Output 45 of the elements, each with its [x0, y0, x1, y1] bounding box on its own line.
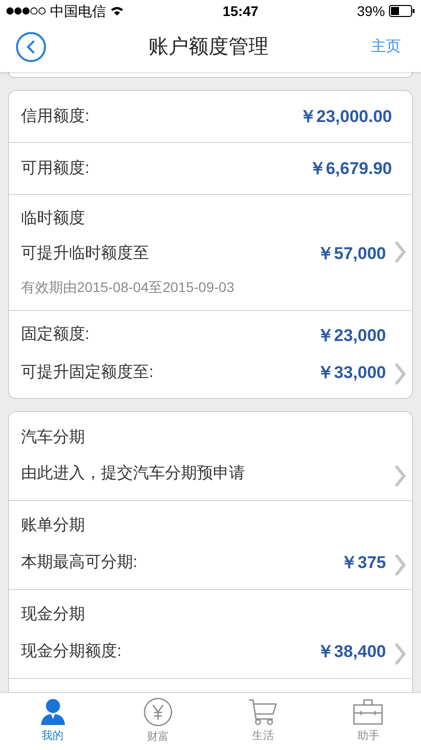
amount: ￥23,000 [317, 324, 386, 346]
signal-strength-icon [6, 7, 46, 15]
temporary-limit-row[interactable]: 临时额度 可提升临时额度至 ￥57,000 有效期由2015-08-04至2015-09-03 [9, 195, 412, 310]
amount: ￥57,000 [317, 243, 386, 265]
fixed-limit-row[interactable]: 固定额度: ￥23,000 可提升固定额度至: ￥33,000 [9, 310, 412, 398]
chevron-right-icon [394, 642, 406, 666]
briefcase-icon [353, 698, 384, 726]
installment-row[interactable]: 账单分期 本期最高可分期: ￥375 [9, 500, 412, 590]
row-label: 可用额度: [21, 158, 90, 178]
page-title: 账户额度管理 [148, 35, 268, 60]
row-title: 汽车分期 [21, 428, 86, 448]
amount: ￥23,000.00 [299, 106, 392, 128]
carrier-name: 中国电信 [50, 2, 106, 20]
row-label: 现金分期额度: [21, 642, 122, 662]
chevron-left-icon [26, 40, 36, 54]
shopping-cart-icon [248, 698, 278, 726]
row-label: 可提升临时额度至 [21, 244, 149, 264]
row-label: 信用额度: [21, 106, 90, 126]
wifi-icon [110, 6, 124, 16]
row-title: 现金分期 [21, 604, 86, 625]
battery-icon [389, 5, 415, 17]
row-title: 临时额度 [21, 208, 86, 229]
installment-row[interactable]: 汽车分期 由此进入，提交汽车分期预申请 [9, 412, 412, 500]
back-button[interactable] [16, 32, 46, 62]
amount: ￥33,000 [317, 362, 386, 384]
row-label: 本期最高可分期: [21, 552, 138, 572]
battery-percentage: 39% [356, 2, 385, 20]
validity-note: 有效期由2015-08-04至2015-09-03 [21, 278, 236, 296]
row-title: 账单分期 [21, 516, 86, 536]
installment-row[interactable]: 现金分期 现金分期额度: ￥38,400 [9, 590, 412, 678]
chevron-right-icon [394, 362, 406, 386]
chevron-right-icon [394, 240, 406, 264]
row-label: 固定额度: [21, 324, 90, 346]
yen-coin-icon [142, 697, 173, 728]
tab-bar-item[interactable]: 财富 [105, 693, 210, 750]
person-icon [40, 698, 66, 726]
amount: ￥6,679.90 [308, 158, 392, 180]
amount: ￥38,400 [317, 640, 386, 663]
chevron-right-icon [394, 552, 406, 576]
clock-time: 15:47 [222, 2, 258, 20]
chevron-right-icon [394, 464, 406, 488]
amount: ￥375 [340, 552, 386, 574]
tab-bar-item[interactable]: 我的 [0, 693, 106, 750]
row-label: 可提升固定额度至: [21, 362, 154, 383]
row-label: 由此进入，提交汽车分期预申请 [21, 464, 245, 484]
